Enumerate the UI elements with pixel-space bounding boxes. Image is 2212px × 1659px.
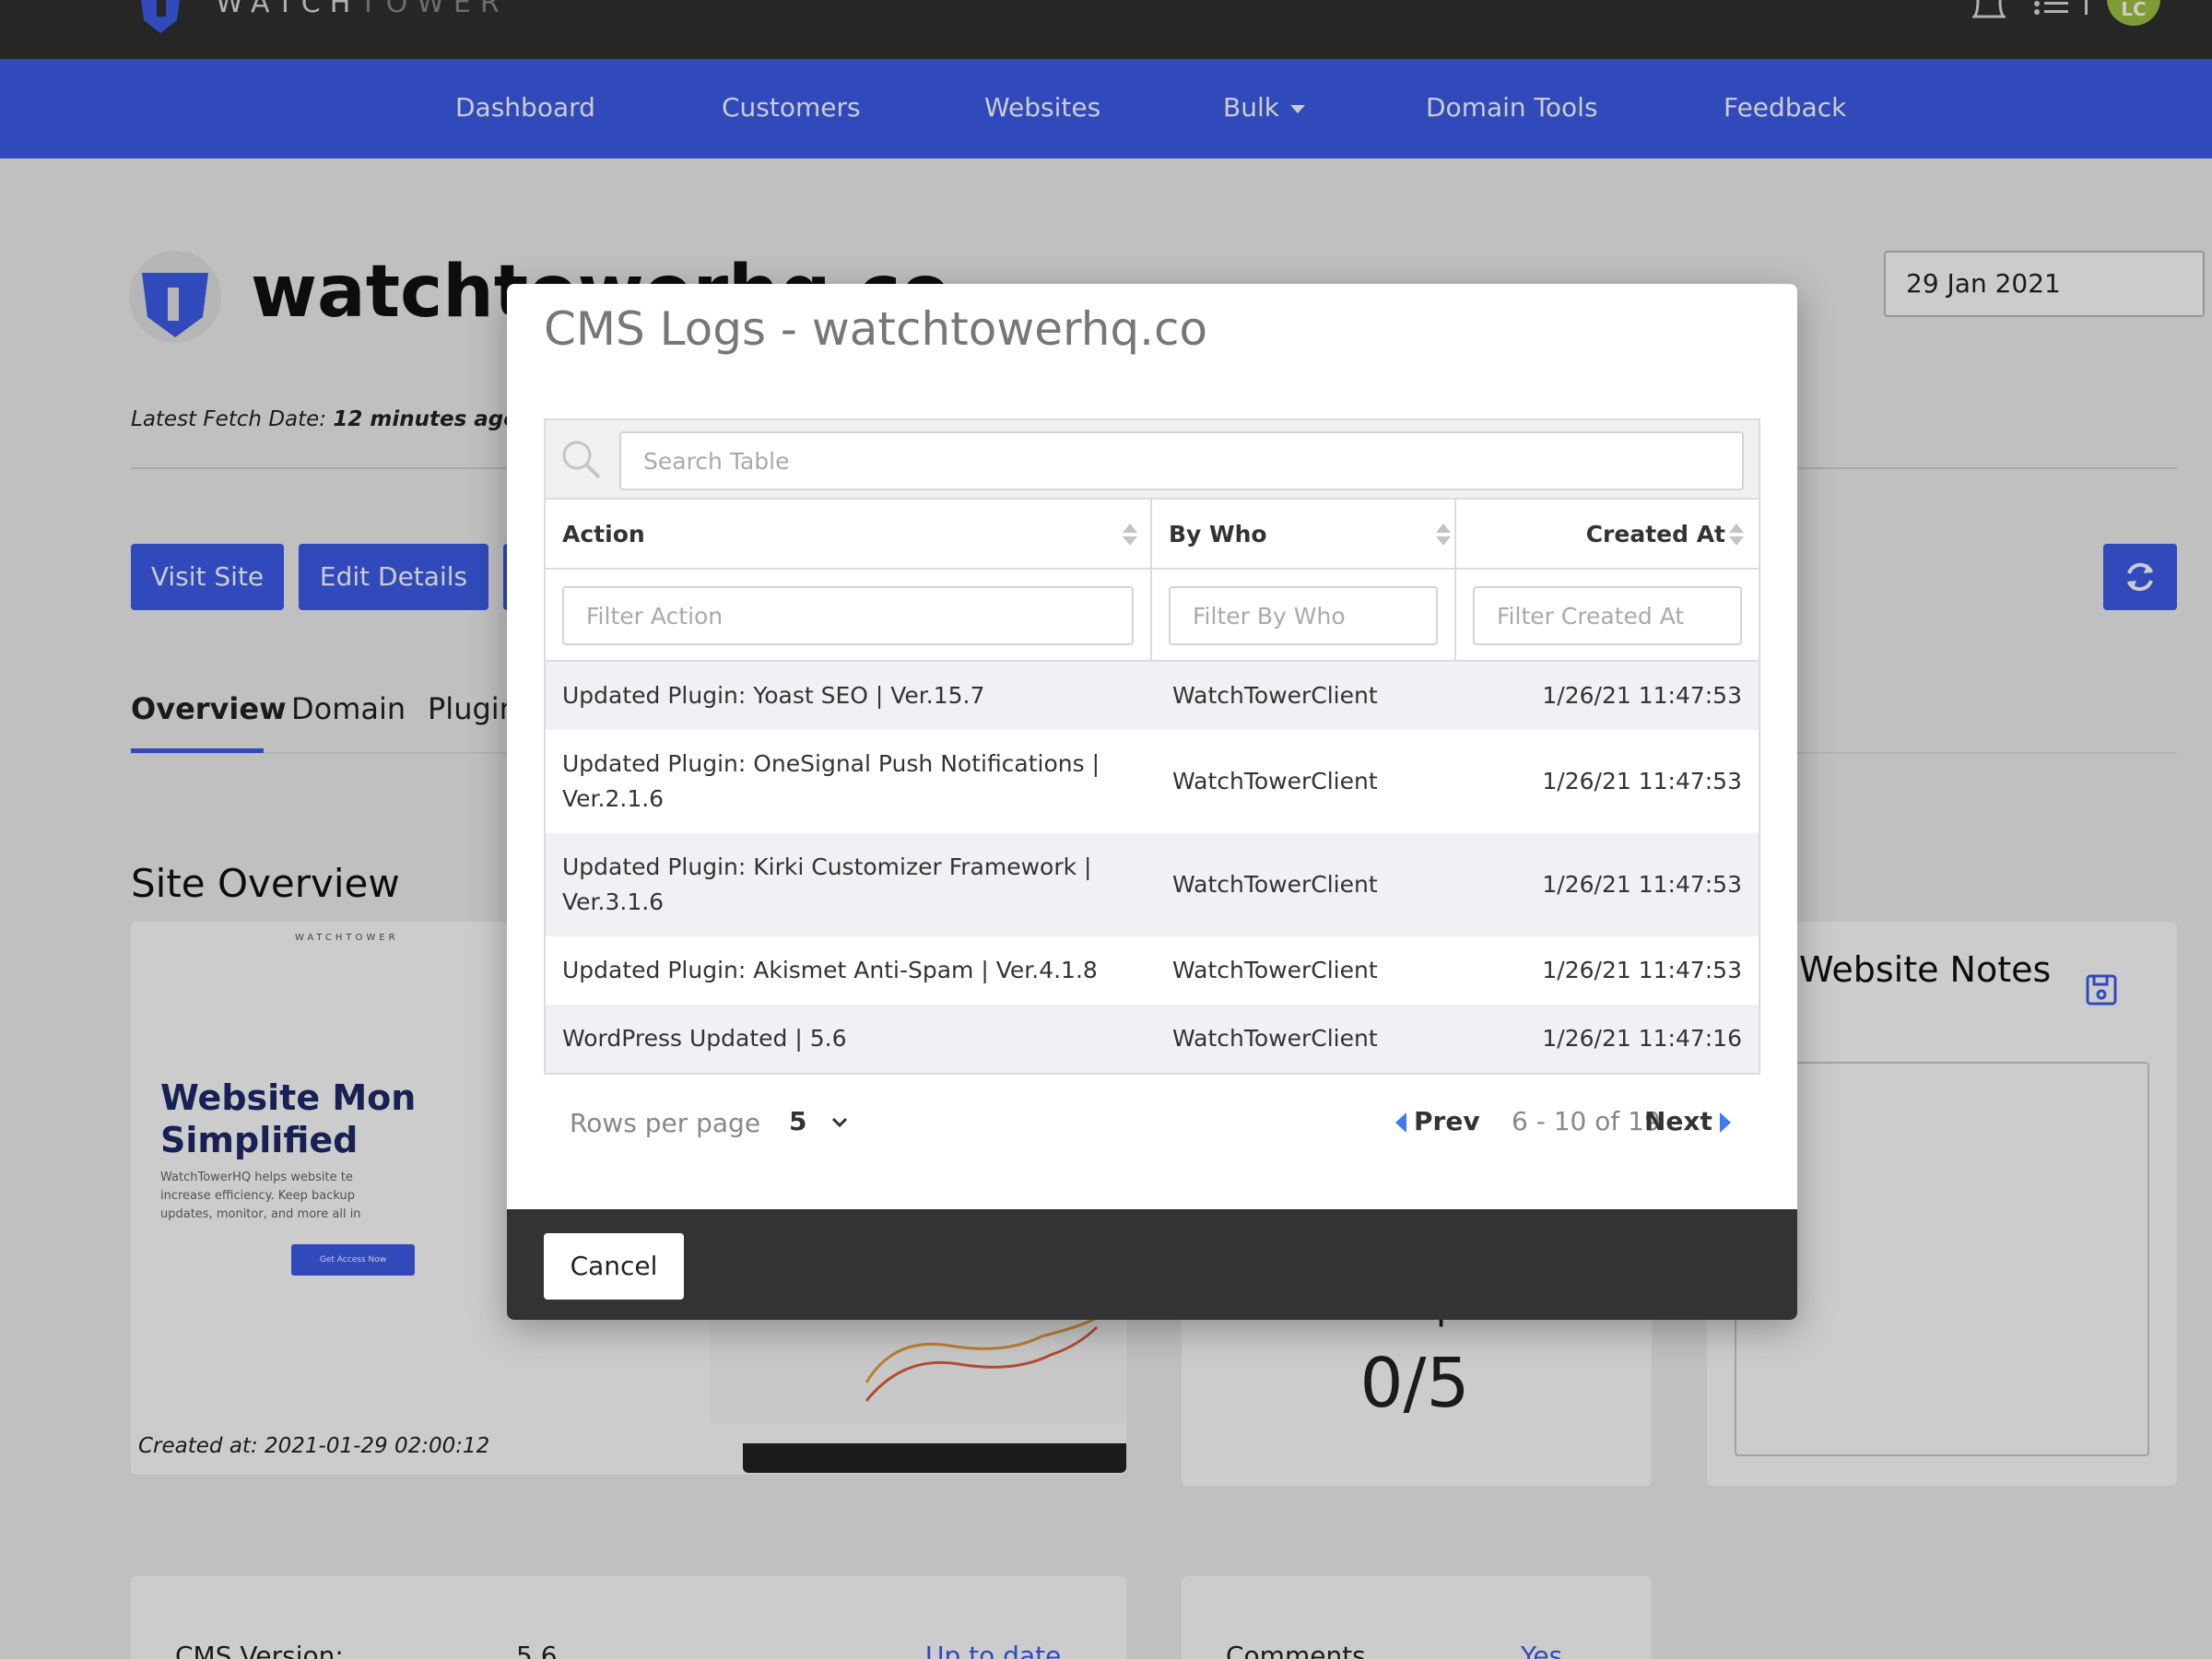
filter-created-at-input[interactable] (1473, 586, 1742, 645)
column-divider (1150, 500, 1152, 662)
page-range: 6 - 10 of 19 (1512, 1106, 1661, 1136)
cell-created-at: 1/26/21 11:47:53 (1542, 871, 1742, 898)
search-icon (562, 441, 601, 479)
cell-by-who: WatchTowerClient (1172, 957, 1378, 983)
cell-action: Updated Plugin: OneSignal Push Notificat… (562, 750, 1100, 812)
table-row[interactable]: Updated Plugin: Yoast SEO | Ver.15.7 Wat… (546, 662, 1759, 730)
filter-action-input[interactable] (562, 586, 1134, 645)
cell-action: Updated Plugin: Kirki Customizer Framewo… (562, 853, 1092, 915)
column-divider (1454, 500, 1456, 662)
sort-icon[interactable] (1121, 522, 1139, 547)
cell-by-who: WatchTowerClient (1172, 871, 1378, 898)
cell-created-at: 1/26/21 11:47:53 (1542, 957, 1742, 983)
cell-created-at: 1/26/21 11:47:53 (1542, 768, 1742, 794)
cell-action: Updated Plugin: Akismet Anti-Spam | Ver.… (562, 957, 1098, 983)
cell-created-at: 1/26/21 11:47:16 (1542, 1025, 1742, 1052)
next-page-button[interactable]: Next (1644, 1106, 1731, 1136)
table-search-input[interactable] (619, 431, 1744, 490)
caret-right-icon (1719, 1112, 1731, 1133)
table-pagination: Rows per page 5 Prev 6 - 10 of 19 Next (544, 1078, 1760, 1171)
cell-created-at: 1/26/21 11:47:53 (1542, 682, 1742, 709)
table-row[interactable]: Updated Plugin: OneSignal Push Notificat… (546, 730, 1759, 833)
cms-logs-modal: CMS Logs - watchtowerhq.co Action By Who… (507, 284, 1797, 1320)
modal-title: CMS Logs - watchtowerhq.co (544, 302, 1208, 356)
modal-footer: Cancel (507, 1209, 1797, 1320)
prev-page-button[interactable]: Prev (1395, 1106, 1480, 1136)
logs-table: Action By Who Created At Updated Plugin:… (544, 418, 1760, 1075)
cell-action: WordPress Updated | 5.6 (562, 1025, 847, 1052)
cell-action: Updated Plugin: Yoast SEO | Ver.15.7 (562, 682, 985, 709)
table-row[interactable]: Updated Plugin: Akismet Anti-Spam | Ver.… (546, 936, 1759, 1005)
table-filter-row (546, 570, 1759, 662)
cancel-button[interactable]: Cancel (544, 1233, 684, 1300)
table-row[interactable]: Updated Plugin: Kirki Customizer Framewo… (546, 833, 1759, 936)
col-header-action[interactable]: Action (562, 500, 645, 570)
table-header: Action By Who Created At (546, 500, 1759, 570)
sort-icon[interactable] (1434, 522, 1453, 547)
cell-by-who: WatchTowerClient (1172, 1025, 1378, 1052)
table-search-row (546, 420, 1759, 500)
filter-by-who-input[interactable] (1169, 586, 1438, 645)
cell-by-who: WatchTowerClient (1172, 682, 1378, 709)
col-header-created-at[interactable]: Created At (1586, 500, 1725, 570)
caret-left-icon (1395, 1112, 1406, 1133)
table-row[interactable]: WordPress Updated | 5.6 WatchTowerClient… (546, 1005, 1759, 1073)
col-header-by-who[interactable]: By Who (1169, 500, 1267, 570)
rows-per-page-label: Rows per page (570, 1108, 761, 1138)
rows-per-page-select[interactable]: 5 (789, 1106, 806, 1136)
chevron-down-icon[interactable] (830, 1110, 850, 1135)
cell-by-who: WatchTowerClient (1172, 768, 1378, 794)
sort-icon[interactable] (1727, 522, 1746, 547)
